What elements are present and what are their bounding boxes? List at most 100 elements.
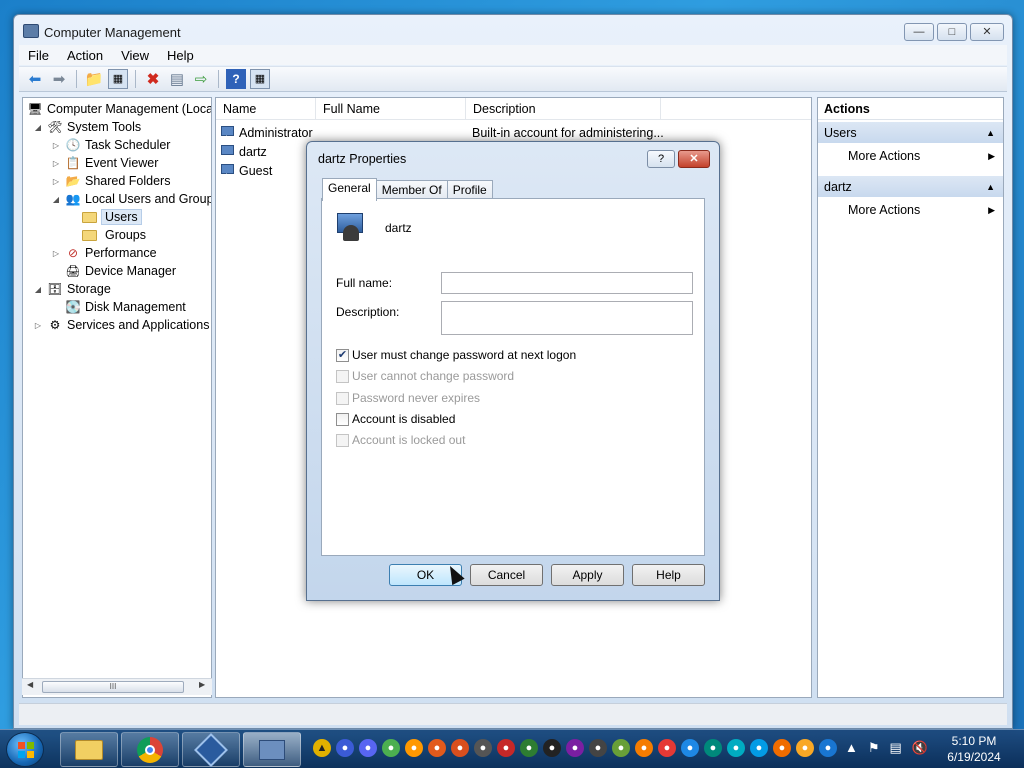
menu-view[interactable]: View <box>112 48 158 63</box>
explorer-icon[interactable] <box>60 732 118 767</box>
action-pane-icon[interactable]: ▦ <box>250 69 270 89</box>
scroll-thumb[interactable]: III <box>42 681 184 693</box>
app-7[interactable]: ● <box>451 739 469 757</box>
checkbox-account-disabled[interactable]: Account is disabled <box>336 411 455 427</box>
volume-muted-icon[interactable]: 🔇 <box>912 740 928 756</box>
checkbox-checked-icon[interactable]: ✔ <box>336 348 349 362</box>
tree-item-shared-folders[interactable]: ▷ 📂 Shared Folders <box>51 172 171 190</box>
menu-file[interactable]: File <box>19 48 58 63</box>
description-field[interactable] <box>441 301 693 335</box>
column-header-description[interactable]: Description <box>466 98 661 120</box>
help-icon[interactable]: ? <box>226 69 246 89</box>
app-13[interactable]: ● <box>589 739 607 757</box>
delete-icon[interactable]: ✖ <box>143 69 163 89</box>
chrome-icon[interactable] <box>121 732 179 767</box>
maximize-button[interactable]: □ <box>937 23 967 41</box>
tree-item-device-manager[interactable]: 🖨 Device Manager <box>65 262 176 280</box>
app-9[interactable]: ● <box>497 739 515 757</box>
app-10[interactable]: ● <box>520 739 538 757</box>
menu-action[interactable]: Action <box>58 48 112 63</box>
clock[interactable]: 5:10 PM 6/19/2024 <box>944 733 1004 765</box>
tree-item-disk-management[interactable]: 💽 Disk Management <box>65 298 186 316</box>
tree-item-users[interactable]: Users <box>81 208 142 226</box>
collapsed-icon[interactable]: ▷ <box>51 159 61 168</box>
tab-general[interactable]: General <box>322 178 377 201</box>
tree-item-computer-management[interactable]: 🖥 Computer Management (Local <box>27 100 211 118</box>
forward-icon[interactable]: ➡ <box>49 69 69 89</box>
expanded-icon[interactable]: ◢ <box>33 123 43 132</box>
column-header-name[interactable]: Name <box>216 98 316 120</box>
collapsed-icon[interactable]: ▷ <box>33 321 43 330</box>
network-icon[interactable]: ▤ <box>890 740 902 756</box>
app-18[interactable]: ● <box>704 739 722 757</box>
tree-item-task-scheduler[interactable]: ▷ 🕓 Task Scheduler <box>51 136 171 154</box>
full-name-field[interactable] <box>441 272 693 294</box>
properties-icon[interactable]: ▤ <box>167 69 187 89</box>
tree-item-groups[interactable]: Groups <box>81 226 146 244</box>
more-actions-dartz[interactable]: More Actions ▶ <box>848 200 1003 220</box>
checkbox-icon[interactable] <box>336 412 349 426</box>
tree-item-event-viewer[interactable]: ▷ 📋 Event Viewer <box>51 154 159 172</box>
start-button[interactable] <box>6 732 44 767</box>
up-folder-icon[interactable]: 📁 <box>84 69 104 89</box>
app-8[interactable]: ● <box>474 739 492 757</box>
expanded-icon[interactable]: ◢ <box>33 285 43 294</box>
tree-item-services-and-applications[interactable]: ▷ ⚙ Services and Applications <box>33 316 210 334</box>
app-11[interactable]: ● <box>543 739 561 757</box>
show-hidden-icons-icon[interactable]: ▲ <box>845 740 858 756</box>
collapsed-icon[interactable]: ▷ <box>51 249 61 258</box>
list-item[interactable]: ↓ Administrator Built-in account for adm… <box>220 123 664 142</box>
tab-profile[interactable]: Profile <box>446 180 493 200</box>
collapse-icon[interactable]: ▲ <box>986 122 995 144</box>
list-item[interactable]: dartz <box>220 142 267 161</box>
app-20[interactable]: ● <box>750 739 768 757</box>
show-hide-tree-icon[interactable]: ▦ <box>108 69 128 89</box>
computer-management-icon[interactable] <box>243 732 301 767</box>
actions-section-dartz[interactable]: dartz ▲ <box>818 175 1003 197</box>
minimize-button[interactable]: — <box>904 23 934 41</box>
back-icon[interactable]: ⬅ <box>25 69 45 89</box>
more-actions-users[interactable]: More Actions ▶ <box>848 146 1003 166</box>
cancel-button[interactable]: Cancel <box>470 564 543 586</box>
virtualbox-icon[interactable] <box>182 732 240 767</box>
apply-button[interactable]: Apply <box>551 564 624 586</box>
help-button[interactable]: Help <box>632 564 705 586</box>
expanded-icon[interactable]: ◢ <box>51 195 61 204</box>
tree-item-performance[interactable]: ▷ ⊘ Performance <box>51 244 157 262</box>
tree-horizontal-scrollbar[interactable]: ◀ III ▶ <box>22 678 212 695</box>
tree-item-system-tools[interactable]: ◢ 🛠 System Tools <box>33 118 141 136</box>
scroll-left-icon[interactable]: ◀ <box>27 680 33 689</box>
app-19[interactable]: ● <box>727 739 745 757</box>
app-22[interactable]: ● <box>796 739 814 757</box>
app-17[interactable]: ● <box>681 739 699 757</box>
tree-item-local-users-and-groups[interactable]: ◢ 👥 Local Users and Groups <box>51 190 211 208</box>
export-list-icon[interactable]: ⇨ <box>191 69 211 89</box>
menu-help[interactable]: Help <box>158 48 203 63</box>
app-6[interactable]: ● <box>428 739 446 757</box>
tab-member-of[interactable]: Member Of <box>375 180 448 200</box>
dialog-close-button[interactable]: ✕ <box>678 150 710 168</box>
collapse-icon[interactable]: ▲ <box>986 176 995 198</box>
app-14[interactable]: ● <box>612 739 630 757</box>
title-bar[interactable]: Computer Management — □ ✕ <box>14 15 1012 47</box>
collapsed-icon[interactable]: ▷ <box>51 141 61 150</box>
app-12[interactable]: ● <box>566 739 584 757</box>
dialog-help-button[interactable]: ? <box>647 150 675 168</box>
checkbox-must-change-password[interactable]: ✔ User must change password at next logon <box>336 347 576 363</box>
action-center-flag-icon[interactable]: ⚑ <box>868 740 880 756</box>
app-15[interactable]: ● <box>635 739 653 757</box>
app-2[interactable]: ● <box>336 739 354 757</box>
column-header-full-name[interactable]: Full Name <box>316 98 466 120</box>
app-3[interactable]: ● <box>359 739 377 757</box>
app-5[interactable]: ● <box>405 739 423 757</box>
close-button[interactable]: ✕ <box>970 23 1004 41</box>
list-item[interactable]: ↓ Guest <box>220 161 272 180</box>
app-1[interactable]: ▲ <box>313 739 331 757</box>
app-4[interactable]: ● <box>382 739 400 757</box>
tree-item-storage[interactable]: ◢ 🗄 Storage <box>33 280 111 298</box>
app-16[interactable]: ● <box>658 739 676 757</box>
app-23[interactable]: ● <box>819 739 837 757</box>
scroll-right-icon[interactable]: ▶ <box>199 680 205 689</box>
app-21[interactable]: ● <box>773 739 791 757</box>
actions-section-users[interactable]: Users ▲ <box>818 121 1003 143</box>
